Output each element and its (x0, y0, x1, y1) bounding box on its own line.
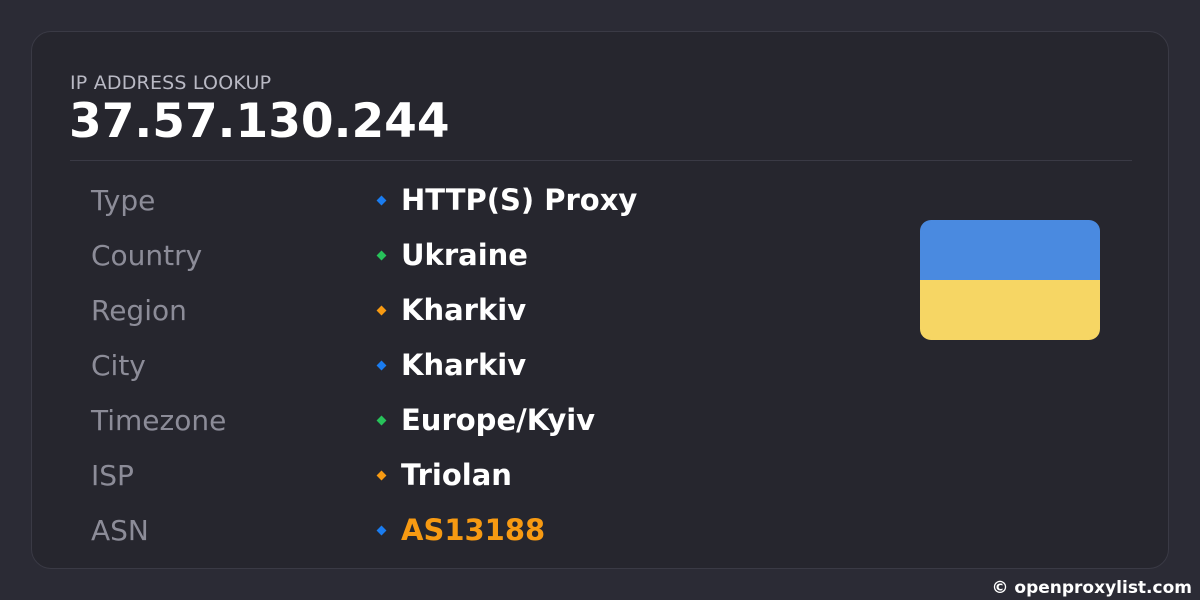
info-row-isp: ISP Triolan (32, 448, 892, 503)
row-value: Ukraine (401, 238, 528, 272)
info-row-city: City Kharkiv (32, 338, 892, 393)
row-value: Kharkiv (401, 293, 527, 327)
row-label: Region (91, 294, 187, 327)
flag-top-stripe (920, 220, 1100, 280)
row-value: HTTP(S) Proxy (401, 183, 638, 217)
diamond-bullet-icon (376, 305, 387, 316)
header-divider (70, 160, 1132, 161)
ukraine-flag-icon (920, 220, 1100, 340)
flag-bottom-stripe (920, 280, 1100, 340)
diamond-bullet-icon (376, 525, 387, 536)
diamond-bullet-icon (376, 360, 387, 371)
row-value: Triolan (401, 458, 512, 492)
info-row-country: Country Ukraine (32, 228, 892, 283)
section-label: IP ADDRESS LOOKUP (70, 72, 272, 94)
row-value: Kharkiv (401, 348, 527, 382)
row-label: ASN (91, 514, 149, 547)
info-row-type: Type HTTP(S) Proxy (32, 173, 892, 228)
copyright-footer: © openproxylist.com (991, 578, 1192, 598)
ip-address-title: 37.57.130.244 (69, 94, 450, 149)
info-row-asn: ASN AS13188 (32, 503, 892, 558)
row-label: City (91, 349, 146, 382)
diamond-bullet-icon (376, 195, 387, 206)
row-label: ISP (91, 459, 134, 492)
row-label: Country (91, 239, 203, 272)
info-row-timezone: Timezone Europe/Kyiv (32, 393, 892, 448)
row-value: Europe/Kyiv (401, 403, 596, 437)
ip-lookup-card: IP ADDRESS LOOKUP 37.57.130.244 Type HTT… (31, 31, 1169, 569)
row-label: Type (91, 184, 156, 217)
row-label: Timezone (91, 404, 227, 437)
info-row-region: Region Kharkiv (32, 283, 892, 338)
asn-link[interactable]: AS13188 (401, 503, 545, 558)
diamond-bullet-icon (376, 250, 387, 261)
diamond-bullet-icon (376, 470, 387, 481)
diamond-bullet-icon (376, 415, 387, 426)
